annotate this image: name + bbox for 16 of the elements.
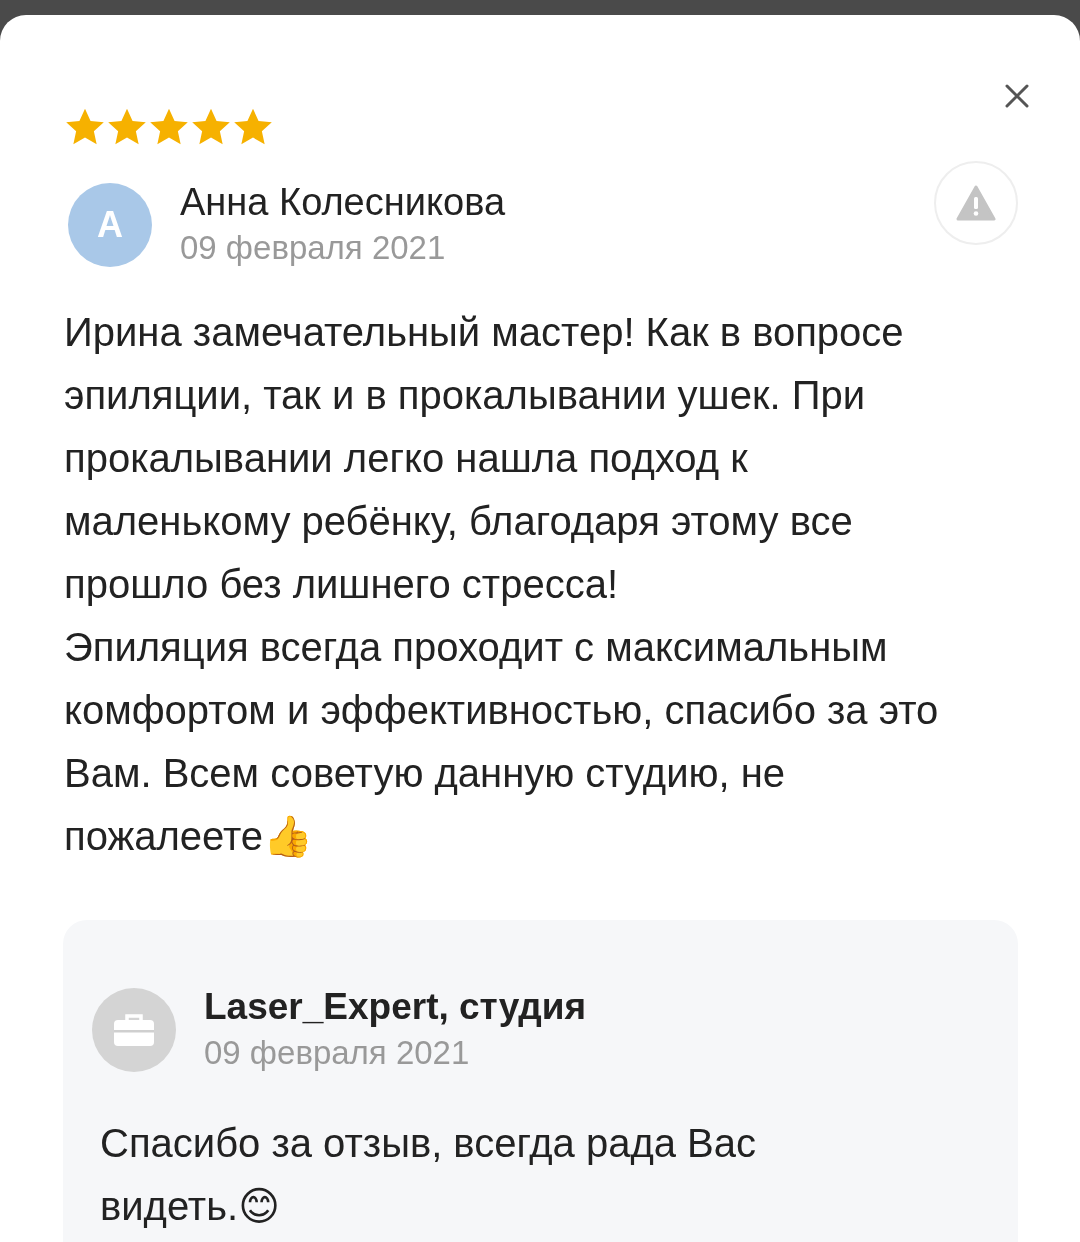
reply-date: 09 февраля 2021 [204,1033,471,1073]
reply-text: Спасибо за отзыв, всегда рада Вас видеть.😊 [100,1121,756,1228]
star-icon [106,107,148,147]
star-icon [148,107,190,147]
briefcase-icon [112,1012,156,1048]
star-icon [232,107,274,147]
studio-name: Laser_Expert, студия [204,985,588,1029]
review-text: Эпиляция всегда проходит с максимальным комфортом и эффективностью, спасибо за это Вам. Всем советую данную студию, не пожалеете👍 [64,625,939,858]
close-icon [1004,83,1030,109]
review-date: 09 февраля 2021 [180,228,447,268]
review-text: Ирина замечательный мастер! Как в вопросе эпиляции, так и в прокалывании ушек. При прокалывании легко нашла подход к маленькому ребёнку, благодаря этому все прошло без лишнего стресса! [64,310,904,606]
avatar: А [68,183,152,267]
star-icon [64,107,106,147]
star-icon [190,107,232,147]
author-name: Анна Колесникова [180,180,507,225]
warning-icon [956,185,996,221]
